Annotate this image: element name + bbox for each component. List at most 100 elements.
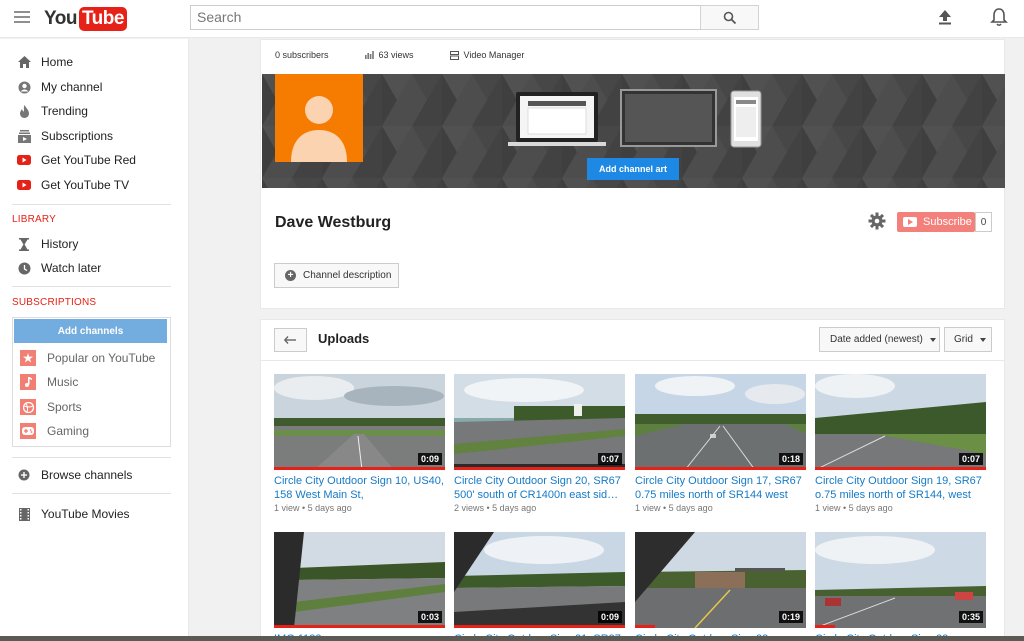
- video-title[interactable]: Circle City Outdoor Sign 10, US40, 158 W…: [274, 474, 445, 502]
- channel-banner: Add channel art: [262, 74, 1005, 188]
- video-title[interactable]: Circle City Outdoor Sign 19, SR67 o.75 m…: [815, 474, 986, 502]
- sidebar-item-subscriptions[interactable]: Subscriptions: [0, 124, 189, 148]
- youtube-play-icon: [903, 217, 917, 227]
- video-thumbnail[interactable]: 0:18: [635, 374, 806, 470]
- video-card[interactable]: 0:19 Circle City Outdoor Sign 23: [635, 532, 806, 641]
- chevron-down-icon: [929, 337, 936, 342]
- video-thumbnail[interactable]: 0:09: [274, 374, 445, 470]
- star-icon: [20, 350, 36, 366]
- watch-progress-bar: [454, 467, 625, 470]
- hourglass-icon: [17, 237, 31, 251]
- upload-icon[interactable]: [936, 8, 954, 26]
- subscription-item-popular[interactable]: Popular on YouTube: [13, 347, 170, 369]
- video-thumbnail[interactable]: 0:07: [454, 374, 625, 470]
- sidebar-item-youtube-red[interactable]: Get YouTube Red: [0, 148, 189, 172]
- account-icon: [17, 80, 31, 94]
- subscription-item-sports[interactable]: Sports: [13, 396, 170, 418]
- video-manager-icon: [449, 50, 459, 60]
- video-duration: 0:18: [778, 453, 803, 465]
- sidebar-item-label: Trending: [41, 104, 88, 118]
- video-card[interactable]: 0:09 Circle City Outdoor Sign 10, US40, …: [274, 374, 445, 513]
- video-thumbnail[interactable]: 0:35: [815, 532, 986, 628]
- channel-name: Dave Westburg: [275, 214, 392, 231]
- sidebar-item-label: History: [41, 237, 79, 251]
- add-icon: +: [285, 270, 296, 281]
- film-icon: [17, 507, 31, 521]
- view-mode-dropdown[interactable]: Grid: [944, 327, 992, 352]
- video-card[interactable]: 0:35 Circle City Outdoor Sign 22: [815, 532, 986, 641]
- video-thumbnail[interactable]: 0:19: [635, 532, 806, 628]
- subscription-item-music[interactable]: Music: [13, 371, 170, 393]
- video-meta: 1 view • 5 days ago: [815, 503, 893, 513]
- subscribe-button[interactable]: Subscribe: [897, 212, 975, 232]
- library-heading: LIBRARY: [12, 214, 57, 225]
- sidebar-item-history[interactable]: History: [0, 232, 189, 256]
- subscription-label: Gaming: [47, 424, 90, 438]
- window-bottom-edge: [0, 636, 1024, 641]
- browse-channels-item[interactable]: Browse channels: [0, 463, 189, 487]
- video-thumbnail[interactable]: 0:03: [274, 532, 445, 628]
- video-card[interactable]: 0:09 Circle City Outdoor Sign 21, SR37: [454, 532, 625, 641]
- video-duration: 0:07: [958, 453, 983, 465]
- sidebar-divider: [12, 493, 171, 494]
- video-manager-text: Video Manager: [463, 50, 525, 60]
- gamepad-icon: [20, 423, 36, 439]
- search-icon: [723, 11, 736, 24]
- video-card[interactable]: 0:07 Circle City Outdoor Sign 19, SR67 o…: [815, 374, 986, 513]
- sidebar-item-home[interactable]: Home: [0, 50, 189, 74]
- tv-illustration: [620, 89, 717, 147]
- add-channel-art-button[interactable]: Add channel art: [587, 158, 679, 180]
- search-button[interactable]: [700, 5, 759, 30]
- video-thumbnail[interactable]: 0:07: [815, 374, 986, 470]
- browse-channels-label: Browse channels: [41, 468, 133, 482]
- uploads-section: Uploads Date added (newest) Grid 0:09 Ci…: [260, 319, 1005, 641]
- video-card[interactable]: 0:07 Circle City Outdoor Sign 20, SR67 5…: [454, 374, 625, 513]
- video-duration: 0:35: [958, 611, 983, 623]
- sidebar-item-youtube-tv[interactable]: Get YouTube TV: [0, 173, 189, 197]
- gear-icon[interactable]: [868, 212, 886, 230]
- watch-progress-bar: [635, 467, 806, 470]
- watch-progress-bar: [274, 625, 445, 628]
- youtube-logo[interactable]: You Tube: [44, 6, 127, 32]
- search-input[interactable]: Search: [190, 5, 701, 30]
- sort-dropdown[interactable]: Date added (newest): [819, 327, 940, 352]
- notifications-bell-icon[interactable]: [990, 7, 1008, 27]
- top-bar: You Tube Search: [0, 0, 1024, 38]
- hamburger-menu-icon[interactable]: [14, 11, 30, 25]
- channel-description-label: Channel description: [303, 270, 392, 281]
- sidebar-item-trending[interactable]: Trending: [0, 99, 189, 123]
- sidebar-divider: [12, 457, 171, 458]
- video-card[interactable]: 0:03 IMG 1183: [274, 532, 445, 641]
- sidebar-item-label: Get YouTube Red: [41, 153, 136, 167]
- channel-stats: 0 subscribers 63 views Video Manager: [275, 50, 560, 60]
- youtube-red-icon: [17, 153, 31, 167]
- channel-description-button[interactable]: + Channel description: [274, 263, 399, 288]
- sidebar-item-watch-later[interactable]: Watch later: [0, 256, 189, 280]
- add-circle-icon: [17, 468, 31, 482]
- sidebar-divider: [12, 286, 171, 287]
- subscriber-count-badge: 0: [975, 212, 992, 232]
- sidebar-item-my-channel[interactable]: My channel: [0, 75, 189, 99]
- video-thumbnail[interactable]: 0:09: [454, 532, 625, 628]
- home-icon: [17, 55, 31, 69]
- youtube-movies-item[interactable]: YouTube Movies: [0, 502, 189, 526]
- watch-progress-bar: [635, 625, 655, 628]
- video-manager-link[interactable]: Video Manager: [449, 50, 525, 60]
- ball-icon: [20, 399, 36, 415]
- video-card[interactable]: 0:18 Circle City Outdoor Sign 17, SR67 0…: [635, 374, 806, 513]
- subscriptions-box: Add channels Popular on YouTube Music Sp…: [12, 317, 171, 447]
- channel-avatar[interactable]: [275, 74, 363, 162]
- subscription-item-gaming[interactable]: Gaming: [13, 420, 170, 442]
- clock-icon: [17, 261, 31, 275]
- subscriber-count-text: 0 subscribers: [275, 50, 329, 60]
- sidebar-divider: [12, 204, 171, 205]
- chevron-down-icon: [979, 337, 986, 342]
- back-button[interactable]: [274, 328, 307, 352]
- sidebar-item-label: Get YouTube TV: [41, 178, 130, 192]
- video-title[interactable]: Circle City Outdoor Sign 17, SR67 0.75 m…: [635, 474, 806, 502]
- add-channels-button[interactable]: Add channels: [14, 319, 167, 343]
- video-meta: 2 views • 5 days ago: [454, 503, 537, 513]
- default-avatar-icon: [291, 96, 347, 162]
- back-arrow-icon: [284, 336, 296, 344]
- video-title[interactable]: Circle City Outdoor Sign 20, SR67 500' s…: [454, 474, 625, 502]
